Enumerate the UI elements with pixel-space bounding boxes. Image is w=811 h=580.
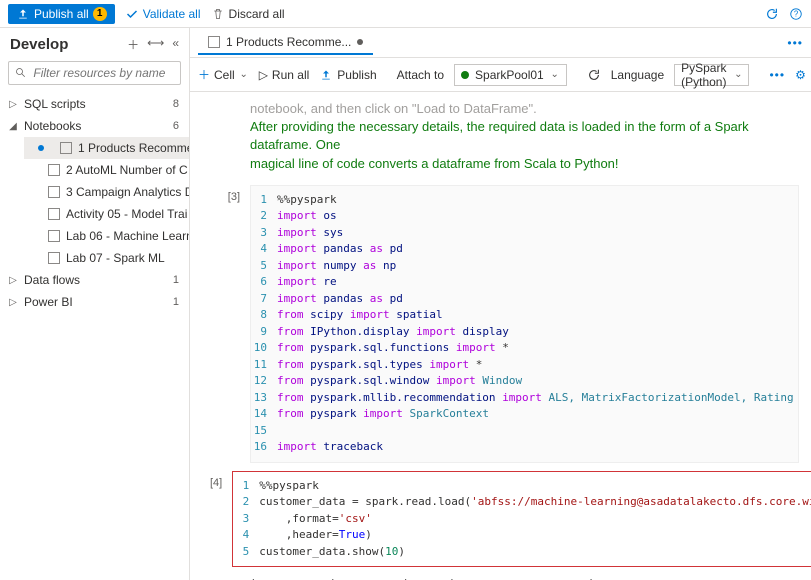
global-toolbar: Publish all 1 Validate all Discard all ? (0, 0, 811, 28)
execution-count: [3] (210, 185, 250, 463)
toolbar-more-icon[interactable]: ••• (769, 68, 785, 82)
refresh-icon[interactable] (765, 7, 779, 21)
validate-all-button[interactable]: Validate all (125, 7, 201, 21)
refresh-icon[interactable] (587, 68, 601, 82)
add-cell-button[interactable]: ＋Cell⌄ (198, 66, 249, 83)
cell-output: +-----------+----------+------+---------… (250, 575, 799, 580)
notebook-icon (208, 36, 220, 48)
check-icon (125, 7, 139, 21)
language-select[interactable]: PySpark (Python) ⌄ (674, 64, 749, 86)
notebook-item[interactable]: Lab 06 - Machine Learning (24, 225, 189, 247)
notebook-icon (48, 230, 60, 242)
trash-icon (211, 7, 225, 21)
group-power-bi[interactable]: ▷Power BI 1 (0, 291, 189, 313)
notebook-icon (48, 208, 60, 220)
chevron-down-icon: ⌄ (550, 69, 560, 80)
notebook-item[interactable]: 2 AutoML Number of Customer Visit... (24, 159, 189, 181)
group-notebooks[interactable]: ◢Notebooks 6 (0, 115, 189, 137)
tab-label: 1 Products Recomme... (226, 35, 351, 49)
chevron-right-icon: ▷ (8, 275, 18, 286)
dirty-indicator-icon (38, 145, 44, 151)
filter-box[interactable] (8, 61, 181, 85)
dirty-indicator-icon (357, 39, 363, 45)
chevron-down-icon: ⌄ (734, 69, 742, 80)
code-cell[interactable]: [4]1%%pyspark2customer_data = spark.read… (210, 471, 799, 568)
upload-icon (319, 68, 333, 82)
collapse-pane-icon[interactable]: « (172, 36, 179, 53)
notebook-item[interactable]: Activity 05 - Model Training (24, 203, 189, 225)
notebooks-list: 1 Products Recommendation ••• 2 AutoML N… (0, 137, 189, 269)
content-area: 1 Products Recomme... ••• ＋Cell⌄ ▷Run al… (190, 28, 811, 580)
settings-icon[interactable]: ⚙ (795, 68, 806, 82)
code-editor[interactable]: 1%%pyspark2import os3import sys4import p… (250, 185, 799, 463)
search-icon (15, 66, 27, 80)
pending-count-badge: 1 (93, 7, 107, 21)
notebook-toolbar: ＋Cell⌄ ▷Run all Publish Attach to SparkP… (190, 58, 811, 92)
validate-all-label: Validate all (143, 7, 201, 21)
notebook-icon (48, 186, 60, 198)
svg-text:?: ? (794, 9, 799, 18)
resource-tree: ▷SQL scripts 8 ◢Notebooks 6 1 Products R… (0, 93, 189, 580)
tab-more-icon[interactable]: ••• (787, 36, 803, 50)
attach-to-label: Attach to (397, 68, 444, 82)
chevron-down-icon: ⌄ (239, 69, 249, 80)
notebook-icon (48, 252, 60, 264)
code-editor[interactable]: 1%%pyspark2customer_data = spark.read.lo… (232, 471, 811, 568)
editor-tab[interactable]: 1 Products Recomme... (198, 31, 373, 55)
notebook-item[interactable]: 1 Products Recommendation ••• (24, 137, 189, 159)
sidebar: Develop ＋ ⟷ « ▷SQL scripts 8 ◢Notebooks … (0, 28, 190, 580)
execution-count: [4] (210, 471, 232, 568)
status-dot-icon (461, 71, 469, 79)
upload-icon (16, 7, 30, 21)
filter-input[interactable] (33, 66, 174, 80)
notebook-item[interactable]: 3 Campaign Analytics Data Prep (24, 181, 189, 203)
chevron-down-icon: ◢ (8, 121, 18, 132)
notebook-item[interactable]: Lab 07 - Spark ML (24, 247, 189, 269)
run-all-button[interactable]: ▷Run all (259, 68, 310, 82)
chevron-right-icon: ▷ (8, 297, 18, 308)
discard-all-button[interactable]: Discard all (211, 7, 285, 21)
sidebar-title: Develop (10, 36, 68, 53)
play-icon: ▷ (259, 68, 268, 82)
notebook-body[interactable]: notebook, and then click on "Load to Dat… (190, 92, 811, 580)
language-label: Language (611, 68, 664, 82)
help-icon[interactable]: ? (789, 7, 803, 21)
discard-all-label: Discard all (229, 7, 285, 21)
code-cell[interactable]: [3]1%%pyspark2import os3import sys4impor… (210, 185, 799, 463)
notebook-icon (60, 142, 72, 154)
publish-all-label: Publish all (34, 7, 89, 21)
group-data-flows[interactable]: ▷Data flows 1 (0, 269, 189, 291)
markdown-cell: notebook, and then click on "Load to Dat… (250, 100, 789, 173)
add-resource-icon[interactable]: ＋ (127, 36, 139, 53)
expand-icon[interactable]: ⟷ (147, 36, 164, 53)
publish-button[interactable]: Publish (319, 68, 376, 82)
attach-to-select[interactable]: SparkPool01 ⌄ (454, 64, 567, 86)
chevron-right-icon: ▷ (8, 99, 18, 110)
publish-all-button[interactable]: Publish all 1 (8, 4, 115, 24)
group-sql-scripts[interactable]: ▷SQL scripts 8 (0, 93, 189, 115)
notebook-icon (48, 164, 60, 176)
